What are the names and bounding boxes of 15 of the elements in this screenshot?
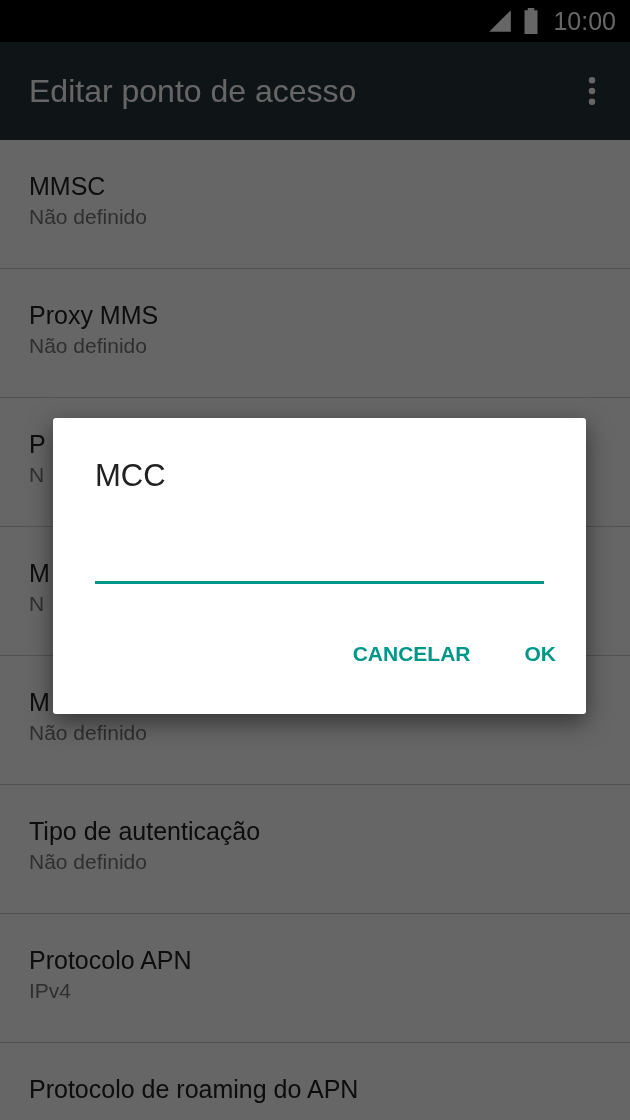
setting-title: Tipo de autenticação [29,817,261,846]
setting-title: Proxy MMS [29,301,159,330]
battery-icon [523,8,540,34]
signal-icon [487,8,514,34]
setting-title: Protocolo APN [29,946,192,975]
dialog-title: MCC [95,458,166,494]
setting-title: Protocolo de roaming do APN [29,1075,359,1104]
more-options-icon[interactable] [588,77,596,105]
toolbar-title: Editar ponto de acesso [29,72,357,110]
clock-time: 10:00 [553,6,616,36]
setting-title: M [29,559,50,588]
setting-title: M [29,688,50,717]
setting-title: P [29,430,46,459]
setting-row[interactable]: Protocolo de roaming do APN [0,1043,630,1120]
setting-title: MMSC [29,172,106,201]
